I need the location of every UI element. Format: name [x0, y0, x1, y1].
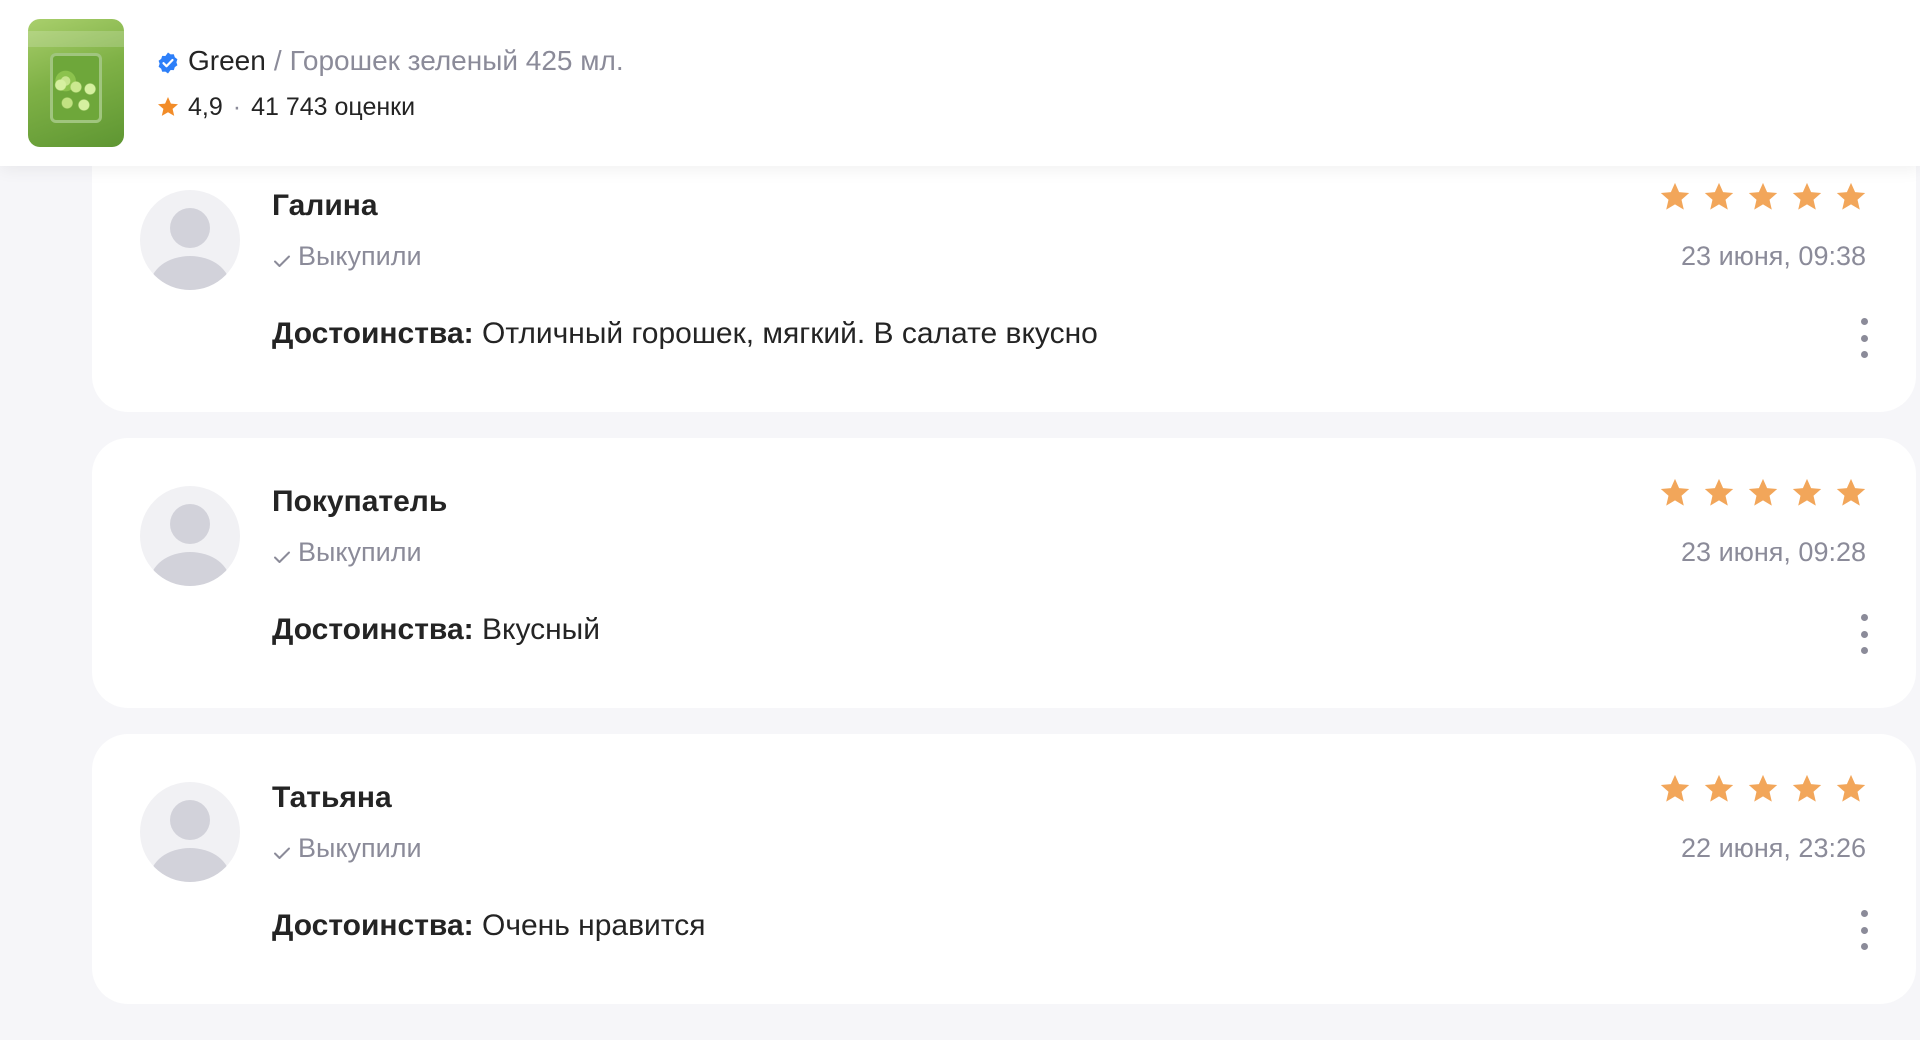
check-icon: [272, 838, 292, 859]
star-icon: [1790, 476, 1824, 510]
review-label: Достоинства:: [272, 613, 474, 646]
star-icon: [1702, 476, 1736, 510]
product-name: Горошек зеленый 425 мл.: [289, 45, 624, 76]
review-body: Очень нравится: [481, 909, 706, 942]
star-icon: [1834, 772, 1868, 806]
review-author: Галина: [272, 189, 378, 222]
purchase-status-text: Выкупили: [298, 241, 422, 271]
review-stars: [1658, 180, 1868, 214]
rating-dot: ·: [232, 93, 242, 121]
review-stars: [1658, 772, 1868, 806]
star-icon: [1658, 476, 1692, 510]
review-label: Достоинства:: [272, 317, 474, 350]
star-icon: [1702, 772, 1736, 806]
review-card: Покупатель Выкупили 23 июня, 09:28 Досто…: [92, 438, 1916, 708]
star-icon: [1702, 180, 1736, 214]
ratings-count-link[interactable]: 41 743 оценки: [251, 92, 415, 122]
star-icon: [1834, 476, 1868, 510]
review-label: Достоинства:: [272, 909, 474, 942]
purchase-status: Выкупили: [272, 832, 422, 864]
review-date: 23 июня, 09:38: [1681, 241, 1866, 271]
review-text: Достоинства: Вкусный: [272, 612, 600, 648]
star-icon: [1746, 180, 1780, 214]
purchase-status-text: Выкупили: [298, 537, 422, 567]
star-icon: [1658, 180, 1692, 214]
review-stars: [1658, 476, 1868, 510]
star-icon: [1790, 180, 1824, 214]
review-date: 22 июня, 23:26: [1681, 833, 1866, 863]
title-separator: /: [273, 45, 282, 76]
check-icon: [272, 542, 292, 563]
star-icon: [1746, 772, 1780, 806]
peas-image: [54, 77, 98, 117]
review-text: Достоинства: Отличный горошек, мягкий. В…: [272, 316, 1098, 352]
verified-badge-icon: [156, 49, 180, 74]
product-header: Green / Горошек зеленый 425 мл. 4,9 · 41…: [0, 0, 1920, 166]
star-icon: [1658, 772, 1692, 806]
purchase-status: Выкупили: [272, 536, 422, 568]
purchase-status-text: Выкупили: [298, 833, 422, 863]
reviews-list: Галина Выкупили 23 июня, 09:38 Достоинст…: [92, 134, 1916, 1030]
review-body: Вкусный: [481, 613, 601, 646]
review-card: Галина Выкупили 23 июня, 09:38 Достоинст…: [92, 134, 1916, 412]
thumbnail-label-band: [28, 31, 124, 47]
product-header-info: Green / Горошек зеленый 425 мл. 4,9 · 41…: [156, 44, 624, 122]
review-card: Татьяна Выкупили 22 июня, 23:26 Достоинс…: [92, 734, 1916, 1004]
check-icon: [272, 246, 292, 267]
more-options-icon[interactable]: [1858, 614, 1870, 654]
review-author: Покупатель: [272, 485, 448, 518]
review-body: Отличный горошек, мягкий. В салате вкусн…: [481, 317, 1098, 350]
review-author: Татьяна: [272, 781, 392, 814]
product-title: Green / Горошек зеленый 425 мл.: [156, 44, 624, 78]
review-text: Достоинства: Очень нравится: [272, 908, 705, 944]
more-options-icon[interactable]: [1858, 318, 1870, 358]
user-avatar-icon: [140, 190, 240, 290]
brand-link[interactable]: Green: [188, 44, 266, 78]
star-icon: [1746, 476, 1780, 510]
user-avatar-icon: [140, 486, 240, 586]
user-avatar-icon: [140, 782, 240, 882]
review-date: 23 июня, 09:28: [1681, 537, 1866, 567]
product-rating: 4,9 · 41 743 оценки: [156, 92, 624, 122]
more-options-icon[interactable]: [1858, 910, 1870, 950]
star-icon: [1834, 180, 1868, 214]
product-thumbnail[interactable]: [28, 19, 124, 147]
star-icon: [1790, 772, 1824, 806]
purchase-status: Выкупили: [272, 240, 422, 272]
rating-value: 4,9: [188, 93, 223, 121]
star-icon: [156, 95, 180, 119]
